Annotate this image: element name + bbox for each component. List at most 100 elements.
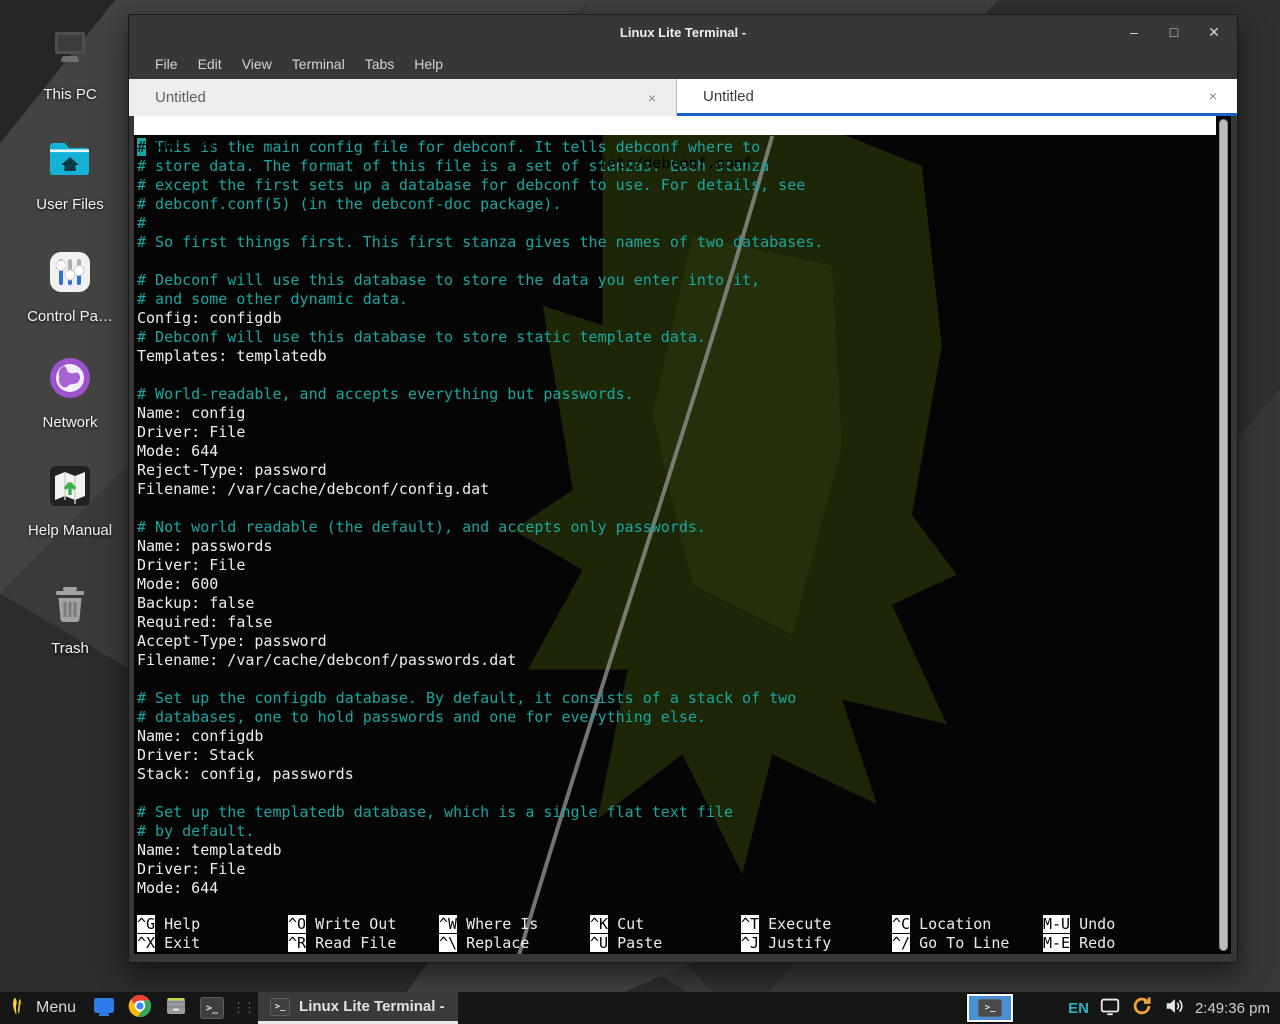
- tab-untitled-2[interactable]: Untitled ×: [677, 79, 1237, 116]
- manual-map-icon: [46, 462, 94, 515]
- desktop-icon-label: Help Manual: [28, 522, 112, 539]
- menu-terminal[interactable]: Terminal: [282, 52, 355, 76]
- shortcut-cut: ^K Cut: [590, 915, 741, 934]
- editor-line: Mode: 600: [134, 575, 1216, 594]
- launcher-workspace[interactable]: [91, 995, 117, 1021]
- shortcut-key: ^/: [892, 934, 910, 952]
- terminal-screen[interactable]: GNU nano 7.2 /etc/debconf.conf # This is…: [134, 116, 1216, 954]
- menu-help[interactable]: Help: [404, 52, 453, 76]
- tab-untitled-1[interactable]: Untitled ×: [129, 79, 677, 116]
- nano-shortcuts: ^G Help^O Write Out^W Where Is^K Cut^T E…: [137, 915, 1216, 953]
- editor-line: Templates: templatedb: [134, 347, 1216, 366]
- editor-line: [134, 670, 1216, 689]
- editor-line: [134, 499, 1216, 518]
- editor-line: # except the first sets up a database fo…: [134, 176, 1216, 195]
- launcher-chrome[interactable]: [127, 995, 153, 1021]
- home-folder-icon: [46, 136, 94, 189]
- menu-view[interactable]: View: [232, 52, 282, 76]
- editor-line: # databases, one to hold passwords and o…: [134, 708, 1216, 727]
- taskbar-window-button[interactable]: >_ Linux Lite Terminal -: [258, 992, 458, 1024]
- shortcut-key: ^J: [741, 934, 759, 952]
- shortcut-read-file: ^R Read File: [288, 934, 439, 953]
- close-button[interactable]: ✕: [1205, 24, 1223, 41]
- shortcut-key: ^R: [288, 934, 306, 952]
- launcher-file-manager[interactable]: [163, 995, 189, 1021]
- keyboard-layout-indicator[interactable]: EN: [1068, 1000, 1089, 1017]
- computer-icon: [46, 26, 94, 79]
- panel-separator: ⋮⋮: [232, 1000, 254, 1016]
- editor-line: Name: passwords: [134, 537, 1216, 556]
- editor-line: Filename: /var/cache/debconf/config.dat: [134, 480, 1216, 499]
- terminal-scrollbar[interactable]: [1216, 116, 1231, 954]
- menu-tabs[interactable]: Tabs: [355, 52, 405, 76]
- shortcut-key: ^X: [137, 934, 155, 952]
- desktop-icon-label: Trash: [51, 640, 89, 657]
- nano-title-bar: GNU nano 7.2 /etc/debconf.conf: [134, 116, 1216, 135]
- maximize-button[interactable]: □: [1165, 24, 1183, 40]
- chrome-icon: [128, 994, 152, 1023]
- editor-line: # and some other dynamic data.: [134, 290, 1216, 309]
- editor-line: Stack: config, passwords: [134, 765, 1216, 784]
- taskbar: Menu >_ ⋮⋮ >_ Linux Lite Terminal -: [0, 992, 1280, 1024]
- desktop-icon-help-manual[interactable]: Help Manual: [8, 462, 132, 539]
- sliders-icon: [46, 248, 94, 301]
- tab-close-icon[interactable]: ×: [1203, 86, 1223, 106]
- menu-edit[interactable]: Edit: [188, 52, 232, 76]
- blue-window-icon: [92, 994, 116, 1023]
- shortcut-key: ^O: [288, 915, 306, 933]
- window-switcher-preview[interactable]: >_: [966, 993, 1014, 1023]
- menu-bar: File Edit View Terminal Tabs Help: [129, 49, 1237, 79]
- editor-line: Mode: 644: [134, 879, 1216, 898]
- editor-line: Accept-Type: password: [134, 632, 1216, 651]
- volume-icon[interactable]: [1163, 995, 1185, 1022]
- menu-file[interactable]: File: [145, 52, 188, 76]
- window-titlebar[interactable]: Linux Lite Terminal - – □ ✕: [129, 15, 1237, 49]
- shortcut-write-out: ^O Write Out: [288, 915, 439, 934]
- desktop-icon-network[interactable]: Network: [8, 354, 132, 431]
- desktop-icon-trash[interactable]: Trash: [8, 580, 132, 657]
- window-controls: – □ ✕: [1125, 15, 1223, 49]
- menu-button-label: Menu: [36, 999, 76, 1017]
- minimize-button[interactable]: –: [1125, 24, 1143, 40]
- desktop-icon-control-panel[interactable]: Control Pa…: [8, 248, 132, 325]
- shortcut-help: ^G Help: [137, 915, 288, 934]
- desktop-icon-this-pc[interactable]: This PC: [8, 26, 132, 103]
- terminal-window: Linux Lite Terminal - – □ ✕ File Edit Vi…: [128, 14, 1238, 963]
- start-menu-button[interactable]: Menu: [0, 992, 86, 1024]
- shortcut-undo: M-U Undo: [1043, 915, 1216, 934]
- editor-line: Reject-Type: password: [134, 461, 1216, 480]
- editor-line: # Debconf will use this database to stor…: [134, 271, 1216, 290]
- editor-lines: # This is the main config file for debco…: [134, 138, 1216, 898]
- display-icon[interactable]: [1099, 995, 1121, 1022]
- trash-icon: [46, 580, 94, 633]
- launcher-terminal[interactable]: >_: [199, 995, 225, 1021]
- desktop-icon-label: This PC: [43, 86, 96, 103]
- editor-line: Name: config: [134, 404, 1216, 423]
- editor-line: Driver: Stack: [134, 746, 1216, 765]
- tab-bar: Untitled × Untitled ×: [129, 79, 1237, 116]
- linux-lite-logo-icon: [8, 994, 28, 1023]
- editor-line: [134, 784, 1216, 803]
- editor-line: Name: templatedb: [134, 841, 1216, 860]
- editor-line: Driver: File: [134, 423, 1216, 442]
- desktop-icon-user-files[interactable]: User Files: [8, 136, 132, 213]
- shortcut-key: ^U: [590, 934, 608, 952]
- editor-line: # Not world readable (the default), and …: [134, 518, 1216, 537]
- editor-line: Backup: false: [134, 594, 1216, 613]
- archive-drawer-icon: [164, 994, 188, 1023]
- scrollbar-thumb[interactable]: [1219, 119, 1228, 951]
- editor-line: Driver: File: [134, 556, 1216, 575]
- shortcut-key: M-E: [1043, 934, 1070, 952]
- editor-line: #: [134, 214, 1216, 233]
- editor-line: [134, 252, 1216, 271]
- updates-icon[interactable]: [1131, 995, 1153, 1022]
- shortcut-location: ^C Location: [892, 915, 1043, 934]
- shortcut-execute: ^T Execute: [741, 915, 892, 934]
- shortcut-row: ^G Help^O Write Out^W Where Is^K Cut^T E…: [137, 915, 1216, 934]
- desktop-icon-label: User Files: [36, 196, 104, 213]
- shortcut-go-to-line: ^/ Go To Line: [892, 934, 1043, 953]
- shortcut-key: M-U: [1043, 915, 1070, 933]
- tab-close-icon[interactable]: ×: [642, 88, 662, 108]
- clock[interactable]: 2:49:36 pm: [1195, 1000, 1270, 1017]
- system-tray: EN 2:49:36 pm: [1068, 995, 1280, 1022]
